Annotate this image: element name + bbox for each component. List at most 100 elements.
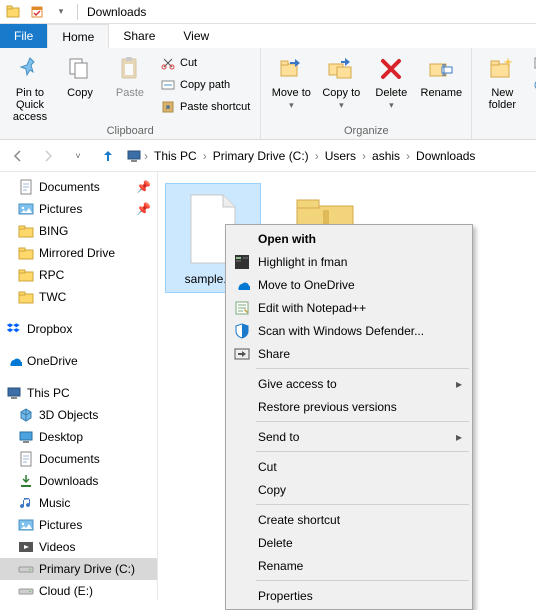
folder-icon (18, 267, 34, 283)
context-menu-item[interactable]: Properties (228, 584, 470, 607)
tree-item[interactable]: BING (0, 220, 157, 242)
tree-item[interactable]: Desktop (0, 426, 157, 448)
nav-forward-button[interactable] (36, 144, 60, 168)
context-menu-separator (256, 580, 469, 581)
tree-item[interactable]: TWC (0, 286, 157, 308)
copy-icon (64, 53, 96, 85)
context-menu-item[interactable]: Give access to▸ (228, 372, 470, 395)
tab-file[interactable]: File (0, 24, 47, 48)
move-to-button[interactable]: Move to▾ (267, 51, 315, 111)
tree-item[interactable]: 3D Objects (0, 404, 157, 426)
pc-icon (6, 385, 22, 401)
nav-up-button[interactable] (96, 144, 120, 168)
downloads-icon (18, 473, 34, 489)
notepad-icon (234, 300, 250, 316)
ribbon-tabs: File Home Share View (0, 24, 536, 48)
rename-button[interactable]: Rename (417, 51, 465, 99)
folder-icon (18, 245, 34, 261)
onedrive-icon (234, 277, 250, 293)
delete-button[interactable]: Delete▾ (367, 51, 415, 111)
tree-item[interactable]: Cloud (E:) (0, 580, 157, 600)
tree-item[interactable]: Mirrored Drive (0, 242, 157, 264)
qat-dropdown-icon[interactable]: ▾ (50, 2, 72, 22)
delete-x-icon (375, 53, 407, 85)
copy-path-icon (160, 77, 176, 93)
tree-item-this-pc[interactable]: This PC (0, 382, 157, 404)
dropbox-icon (6, 321, 22, 337)
scissors-icon (160, 55, 176, 71)
breadcrumb-item[interactable]: Downloads (412, 147, 479, 165)
drive-icon (18, 561, 34, 577)
tab-home[interactable]: Home (47, 24, 109, 48)
context-menu-item[interactable]: Scan with Windows Defender... (228, 319, 470, 342)
cut-button[interactable]: Cut (156, 53, 254, 73)
pin-icon: 📌 (136, 202, 151, 216)
onedrive-icon (6, 353, 22, 369)
tree-item-onedrive[interactable]: OneDrive (0, 350, 157, 372)
copy-button[interactable]: Copy (56, 51, 104, 99)
context-menu-item[interactable]: Open with (228, 227, 470, 250)
ribbon-group-organize: Move to▾ Copy to▾ Delete▾ Rename Organiz… (261, 48, 472, 139)
tree-item[interactable]: Primary Drive (C:) (0, 558, 157, 580)
context-menu-item[interactable]: Move to OneDrive (228, 273, 470, 296)
context-menu-item[interactable]: Restore previous versions (228, 395, 470, 418)
tree-item-dropbox[interactable]: Dropbox (0, 318, 157, 340)
fman-icon (234, 254, 250, 270)
tree-item[interactable]: RPC (0, 264, 157, 286)
tree-item[interactable]: Downloads (0, 470, 157, 492)
new-item-icon (532, 55, 536, 71)
context-menu-item[interactable]: Copy (228, 478, 470, 501)
navigation-tree[interactable]: Documents📌Pictures📌BINGMirrored DriveRPC… (0, 172, 158, 600)
context-menu-item[interactable]: Edit with Notepad++ (228, 296, 470, 319)
quick-access-toolbar: ▾ (2, 0, 81, 23)
3d-icon (18, 407, 34, 423)
new-folder-icon (486, 53, 518, 85)
breadcrumb-item[interactable]: ashis (368, 147, 404, 165)
copy-to-button[interactable]: Copy to▾ (317, 51, 365, 111)
music-icon (18, 495, 34, 511)
tree-item[interactable]: Documents📌 (0, 176, 157, 198)
defender-icon (234, 323, 250, 339)
nav-back-button[interactable] (6, 144, 30, 168)
breadcrumb-item[interactable]: This PC (150, 147, 201, 165)
nav-history-dropdown[interactable]: ˅ (66, 144, 90, 168)
tree-item[interactable]: Music (0, 492, 157, 514)
context-menu-item[interactable]: Share (228, 342, 470, 365)
ribbon-group-new: New folder New item ▾ Easy access ▾ New (472, 48, 536, 139)
tree-item[interactable]: Pictures (0, 514, 157, 536)
tab-share[interactable]: Share (109, 24, 169, 48)
context-menu-separator (256, 451, 469, 452)
share-icon (234, 346, 250, 362)
tree-item[interactable]: Documents (0, 448, 157, 470)
breadcrumb-item[interactable]: Users (321, 147, 360, 165)
copy-to-icon (325, 53, 357, 85)
paste-button[interactable]: Paste (106, 51, 154, 99)
context-menu-separator (256, 421, 469, 422)
chevron-right-icon: ▸ (456, 430, 462, 444)
move-to-icon (275, 53, 307, 85)
paste-shortcut-icon (160, 99, 176, 115)
new-item-button[interactable]: New item ▾ (528, 53, 536, 73)
breadcrumb-pc-icon[interactable] (126, 149, 142, 163)
context-menu-item[interactable]: Send to▸ (228, 425, 470, 448)
tree-item[interactable]: Videos (0, 536, 157, 558)
context-menu-item[interactable]: Cut (228, 455, 470, 478)
breadcrumb-item[interactable]: Primary Drive (C:) (209, 147, 313, 165)
context-menu-item[interactable]: Highlight in fman (228, 250, 470, 273)
context-menu-item[interactable]: Rename (228, 554, 470, 577)
easy-access-button[interactable]: Easy access ▾ (528, 75, 536, 95)
doc-icon (18, 179, 34, 195)
context-menu: Open withHighlight in fmanMove to OneDri… (225, 224, 473, 610)
new-folder-button[interactable]: New folder (478, 51, 526, 111)
tab-view[interactable]: View (169, 24, 223, 48)
properties-icon[interactable] (26, 2, 48, 22)
copy-path-button[interactable]: Copy path (156, 75, 254, 95)
pin-to-quick-access-button[interactable]: Pin to Quick access (6, 51, 54, 123)
context-menu-item[interactable]: Create shortcut (228, 508, 470, 531)
tree-item[interactable]: Pictures📌 (0, 198, 157, 220)
context-menu-item[interactable]: Delete (228, 531, 470, 554)
paste-icon (114, 53, 146, 85)
paste-shortcut-button[interactable]: Paste shortcut (156, 97, 254, 117)
pin-icon: 📌 (136, 180, 151, 194)
doc-icon (18, 451, 34, 467)
